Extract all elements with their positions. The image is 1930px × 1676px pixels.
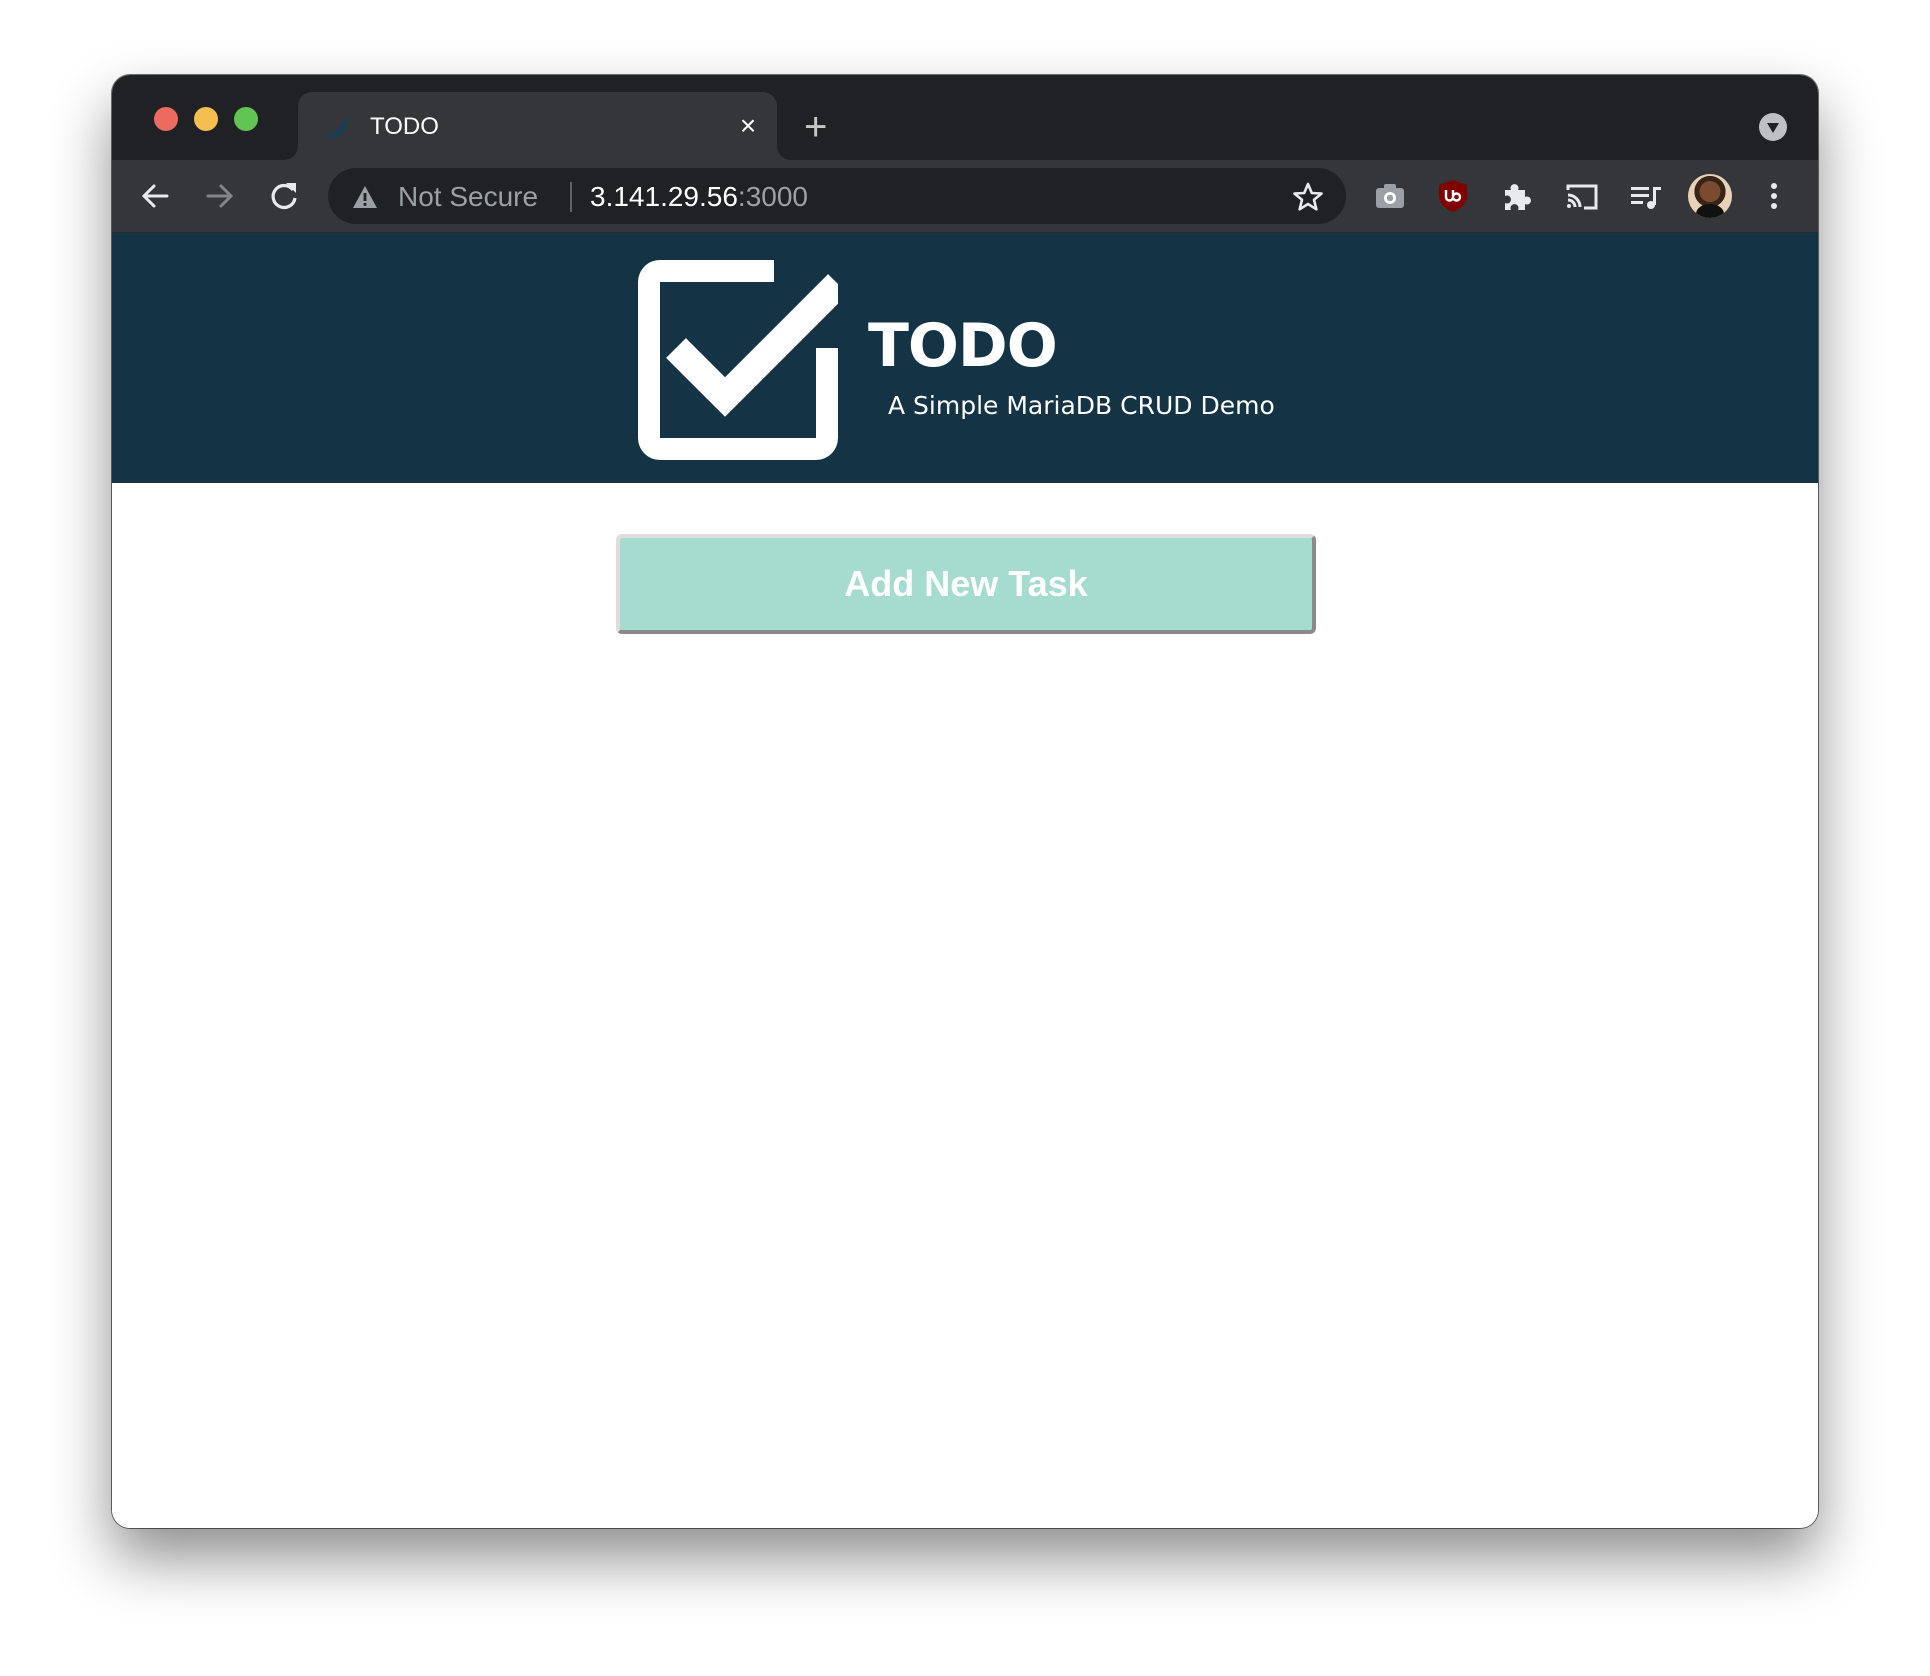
- more-menu-icon[interactable]: [1756, 178, 1792, 214]
- cast-icon[interactable]: [1564, 178, 1600, 214]
- tab-title: TODO: [370, 113, 439, 140]
- url-host: 3.141.29.56: [590, 181, 738, 212]
- mariadb-seal-icon: [324, 118, 351, 138]
- app-title: TODO: [868, 311, 1058, 381]
- tab-todo[interactable]: TODO ×: [298, 92, 777, 160]
- warning-icon: [353, 186, 377, 208]
- browser-window: TODO × + Not Secure 3.141.29.56:3000 TOD…: [112, 75, 1818, 1528]
- tab-strip: TODO × +: [112, 75, 1818, 160]
- camera-icon[interactable]: [1372, 178, 1408, 214]
- media-control-icon[interactable]: [1628, 178, 1664, 214]
- bookmark-star-icon[interactable]: [1292, 181, 1324, 213]
- forward-icon[interactable]: [202, 178, 238, 214]
- security-status-label[interactable]: Not Secure: [398, 181, 538, 213]
- url-text[interactable]: 3.141.29.56:3000: [590, 181, 808, 213]
- omnibox-divider: [570, 182, 572, 212]
- page-content: TODO A Simple MariaDB CRUD Demo Add New …: [112, 233, 1818, 1528]
- new-tab-button[interactable]: +: [804, 107, 827, 147]
- close-window-button[interactable]: [154, 107, 178, 131]
- reload-icon[interactable]: [266, 178, 302, 214]
- address-bar[interactable]: Not Secure 3.141.29.56:3000: [328, 168, 1346, 224]
- back-icon[interactable]: [137, 178, 173, 214]
- tab-search-dropdown-icon[interactable]: [1759, 113, 1787, 141]
- checkbox-logo-icon: [638, 260, 838, 460]
- add-new-task-button[interactable]: Add New Task: [616, 534, 1316, 634]
- extensions-puzzle-icon[interactable]: [1499, 178, 1535, 214]
- minimize-window-button[interactable]: [194, 107, 218, 131]
- maximize-window-button[interactable]: [234, 107, 258, 131]
- app-header: TODO A Simple MariaDB CRUD Demo: [112, 233, 1818, 483]
- ublock-origin-icon[interactable]: [1435, 178, 1471, 214]
- tab-close-button[interactable]: ×: [733, 111, 763, 141]
- app-subtitle: A Simple MariaDB CRUD Demo: [888, 391, 1275, 420]
- profile-avatar[interactable]: [1688, 174, 1732, 218]
- url-port: :3000: [737, 181, 808, 212]
- browser-toolbar: Not Secure 3.141.29.56:3000: [112, 160, 1818, 232]
